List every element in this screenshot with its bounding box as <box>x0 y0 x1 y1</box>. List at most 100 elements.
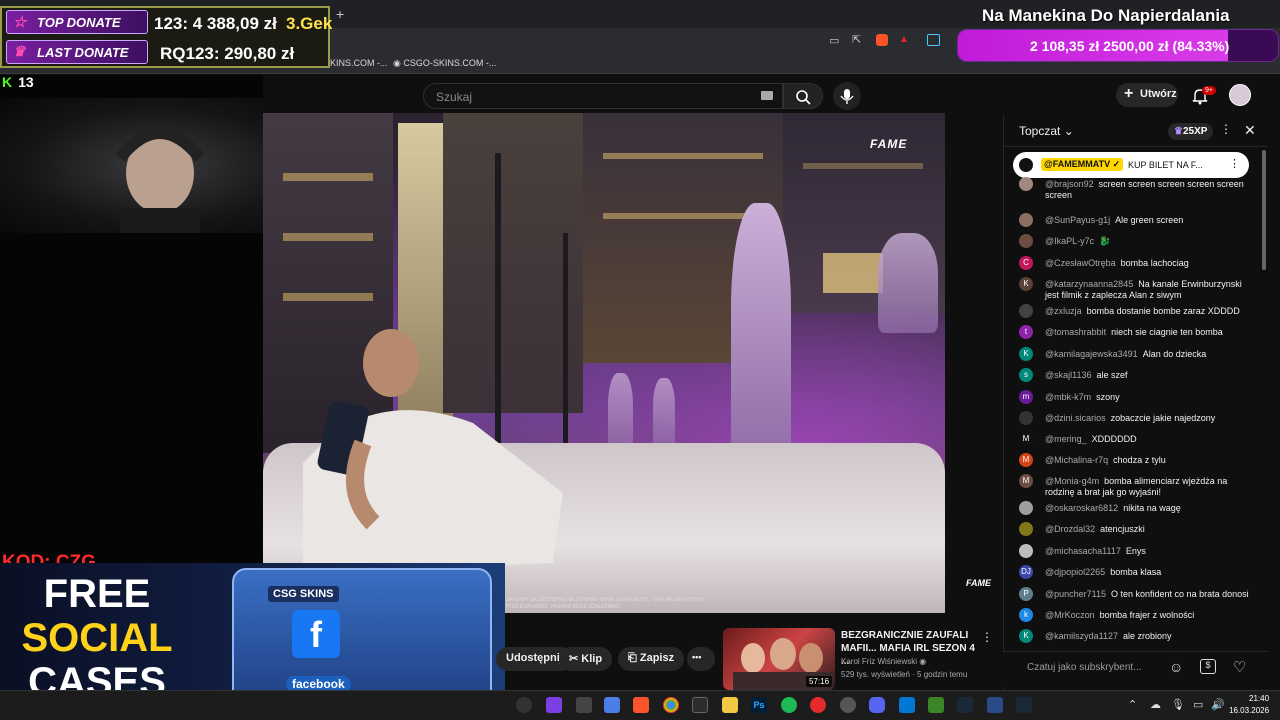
photoshop-icon[interactable]: Ps <box>751 697 767 713</box>
chat-avatar[interactable]: M <box>1019 474 1033 488</box>
chat-username[interactable]: @kamilagajewska3491 <box>1045 349 1138 359</box>
discord-icon[interactable] <box>869 697 885 713</box>
chat-avatar[interactable]: s <box>1019 368 1033 382</box>
voice-search-button[interactable] <box>833 82 861 110</box>
chat-avatar[interactable] <box>1019 522 1033 536</box>
last-donate-value: RQ123: 290,80 zł <box>160 44 295 63</box>
chat-avatar[interactable] <box>1019 177 1033 191</box>
chat-avatar[interactable] <box>1019 304 1033 318</box>
chat-avatar[interactable]: DJ <box>1019 565 1033 579</box>
chat-username[interactable]: @MrKoczon <box>1045 610 1095 620</box>
chat-avatar[interactable] <box>1019 544 1033 558</box>
chat-avatar[interactable]: K <box>1019 629 1033 643</box>
chat-username[interactable]: @SunPayus-g1j <box>1045 215 1110 225</box>
chat-avatar[interactable]: C <box>1019 256 1033 270</box>
chat-message-body: @katarzynaanna2845 Na kanale Erwinburzyns… <box>1045 279 1249 301</box>
chat-avatar[interactable]: K <box>1019 347 1033 361</box>
chat-menu-icon[interactable]: ⋮ <box>1220 122 1232 136</box>
chat-username[interactable]: @skajl1136 <box>1045 370 1092 380</box>
spotify-icon[interactable] <box>781 697 797 713</box>
app-icon[interactable] <box>692 697 708 713</box>
chat-avatar[interactable] <box>1019 213 1033 227</box>
chat-username[interactable]: @katarzynaanna2845 <box>1045 279 1133 289</box>
keyboard-icon[interactable] <box>761 91 773 100</box>
mic-tray-icon[interactable]: 🎙 <box>1171 698 1185 711</box>
chat-username[interactable]: @IkaPL-y7c <box>1045 236 1094 246</box>
chat-username[interactable]: @Drozdal32 <box>1045 524 1095 534</box>
app-icon[interactable] <box>987 697 1003 713</box>
chat-avatar[interactable] <box>1019 411 1033 425</box>
recommended-menu-icon[interactable]: ⋮ <box>981 630 993 644</box>
chat-input[interactable]: Czatuj jako subskrybent... <box>1027 662 1142 673</box>
app-icon[interactable] <box>840 697 856 713</box>
chat-username[interactable]: @Michalina-r7q <box>1045 455 1108 465</box>
clip-button[interactable]: ✂ Klip <box>559 647 613 671</box>
chat-text: szony <box>1096 392 1120 402</box>
volume-icon[interactable]: 🔊 <box>1211 698 1225 711</box>
pinned-menu-icon[interactable]: ⋮ <box>1229 157 1240 170</box>
app-icon[interactable] <box>604 697 620 713</box>
chrome-icon[interactable] <box>663 697 679 713</box>
extension-icon[interactable] <box>927 34 940 46</box>
warning-icon[interactable]: ▲ <box>899 34 909 45</box>
chat-avatar[interactable]: k <box>1019 608 1033 622</box>
save-button[interactable]: ⎗ Zapisz <box>618 647 685 671</box>
chat-username[interactable]: @michasacha1117 <box>1045 546 1121 556</box>
chat-avatar[interactable]: P <box>1019 587 1033 601</box>
search-button[interactable] <box>783 83 823 109</box>
chat-username[interactable]: @oskaroskar6812 <box>1045 503 1118 513</box>
cast-icon[interactable]: ▭ <box>829 34 839 47</box>
tray-chevron-icon[interactable]: ⌃ <box>1128 698 1137 711</box>
recommended-channel[interactable]: Karol Friz Wiśniewski ◉ <box>841 657 926 666</box>
chat-username[interactable]: @brajson92 <box>1045 179 1094 189</box>
chat-avatar[interactable] <box>1019 234 1033 248</box>
chat-username[interactable]: @kamilszyda1127 <box>1045 631 1118 641</box>
app-icon[interactable] <box>576 697 592 713</box>
close-icon[interactable]: ✕ <box>1244 122 1256 139</box>
minecraft-icon[interactable] <box>928 697 944 713</box>
chat-avatar[interactable]: M <box>1019 432 1033 446</box>
brave-icon[interactable] <box>633 697 649 713</box>
super-chat-icon[interactable]: $ <box>1200 659 1216 674</box>
chat-avatar[interactable] <box>1019 501 1033 515</box>
chat-avatar[interactable]: M <box>1019 453 1033 467</box>
steam-icon[interactable] <box>1016 697 1032 713</box>
chat-username[interactable]: @dzini.sicarios <box>1045 413 1106 423</box>
video-player[interactable] <box>263 113 945 613</box>
chat-username[interactable]: @Monia-g4m <box>1045 476 1099 486</box>
search-input[interactable]: Szukaj <box>423 83 783 109</box>
chat-username[interactable]: @mering_ <box>1045 434 1087 444</box>
chat-scrollbar[interactable] <box>1262 150 1266 270</box>
folder-icon[interactable] <box>722 697 738 713</box>
brave-shield-icon[interactable] <box>876 34 888 46</box>
chat-username[interactable]: @tomashrabbit <box>1045 327 1106 337</box>
clock-time[interactable]: 21:40 <box>1249 694 1269 703</box>
chat-username[interactable]: @zxluzja <box>1045 306 1082 316</box>
share-page-icon[interactable]: ⇱ <box>852 33 861 46</box>
chat-username[interactable]: @djpopiol2265 <box>1045 567 1105 577</box>
chat-mode-dropdown[interactable]: Topczat ⌄ <box>1019 124 1074 138</box>
chat-username[interactable]: @CzesławOtręba <box>1045 258 1116 268</box>
new-tab-button[interactable]: + <box>336 6 344 22</box>
chat-avatar[interactable]: m <box>1019 390 1033 404</box>
chat-avatar[interactable]: K <box>1019 277 1033 291</box>
create-button[interactable]: + Utwórz <box>1116 83 1178 107</box>
app-icon[interactable] <box>546 697 562 713</box>
chat-username[interactable]: @mbk-k7m <box>1045 392 1091 402</box>
bookmark-item[interactable]: ◉ CSGO-SKINS.COM -... <box>393 58 496 69</box>
cloud-icon[interactable]: ☁ <box>1150 698 1161 711</box>
chat-avatar[interactable]: t <box>1019 325 1033 339</box>
xp-badge[interactable]: ♛25XP <box>1168 123 1214 140</box>
heart-icon[interactable]: ♡ <box>1233 658 1246 676</box>
app-icon[interactable] <box>899 697 915 713</box>
account-avatar[interactable] <box>1229 84 1251 106</box>
emoji-icon[interactable]: ☺ <box>1169 659 1183 675</box>
bookmark-item[interactable]: KINS.COM -... <box>330 58 388 68</box>
steam-icon[interactable] <box>957 697 973 713</box>
chat-username[interactable]: @puncher7115 <box>1045 589 1106 599</box>
clock-date[interactable]: 16.03.2026 <box>1229 706 1269 715</box>
app-icon[interactable] <box>810 697 826 713</box>
app-icon[interactable] <box>516 697 532 713</box>
more-actions-button[interactable]: ••• <box>687 647 715 671</box>
monitor-icon[interactable]: ▭ <box>1193 698 1203 711</box>
